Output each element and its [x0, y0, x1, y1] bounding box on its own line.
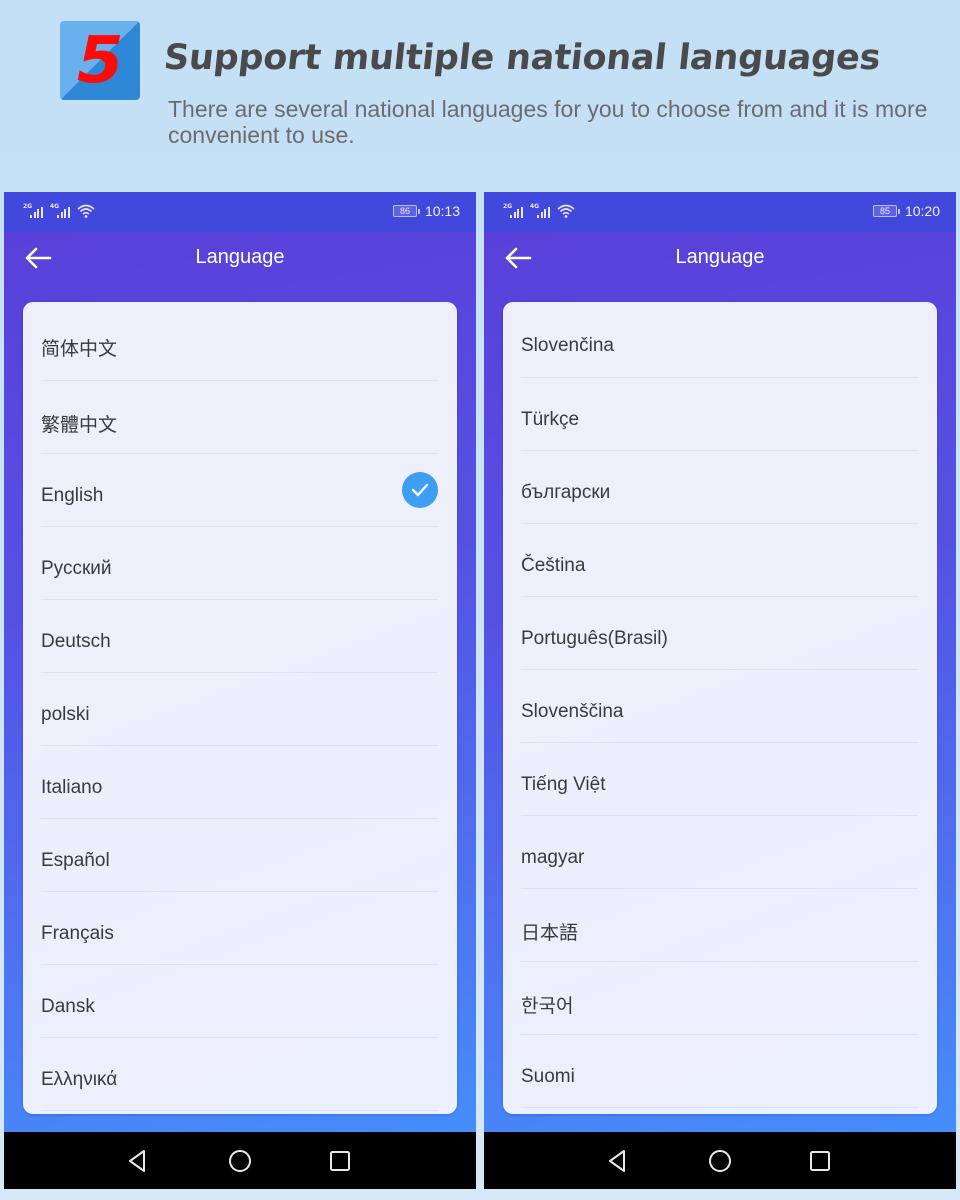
- language-list: Slovenčina Türkçe български Čeština Portuguê…: [521, 302, 918, 1108]
- step-number: 5: [76, 23, 124, 98]
- language-option-label: Français: [41, 923, 114, 944]
- language-option-label: Português(Brasil): [521, 628, 668, 649]
- battery-icon: 86: [392, 205, 420, 217]
- feature-title: Support multiple national languages: [161, 38, 883, 78]
- language-option-label: 日本語: [521, 922, 579, 944]
- app-bar: Language: [484, 232, 956, 288]
- language-option-label: magyar: [521, 847, 585, 868]
- language-list: 简体中文繁體中文 English Русский Deutsch polski Itali…: [41, 302, 438, 1111]
- app-bar: Language: [4, 232, 476, 288]
- language-option[interactable]: Čeština: [521, 524, 918, 597]
- language-option-label: Slovenčina: [521, 334, 614, 356]
- language-option[interactable]: Slovenčina: [521, 302, 918, 378]
- language-option[interactable]: English: [41, 454, 438, 527]
- language-option[interactable]: Suomi: [521, 1035, 918, 1108]
- language-option-label: Tiếng Việt: [521, 774, 606, 795]
- language-option[interactable]: Italiano: [41, 746, 438, 819]
- home-circle-icon[interactable]: [707, 1148, 733, 1174]
- system-nav-bar: [4, 1132, 476, 1189]
- language-option[interactable]: 简体中文: [41, 302, 438, 381]
- cellular-signal-icon: 4G: [530, 203, 552, 219]
- language-list-card: Slovenčina Türkçe български Čeština Portuguê…: [503, 302, 937, 1114]
- battery-icon: 85: [872, 205, 900, 217]
- feature-subtitle: There are several national languages for…: [168, 96, 928, 148]
- language-option-label: български: [521, 482, 611, 503]
- selected-check-icon: [402, 472, 438, 508]
- cellular-signal-icon: 2G: [503, 203, 525, 219]
- language-option[interactable]: Deutsch: [41, 600, 438, 673]
- language-option[interactable]: Dansk: [41, 965, 438, 1038]
- recent-square-icon[interactable]: [807, 1148, 833, 1174]
- language-option[interactable]: 日本語: [521, 889, 918, 962]
- language-option[interactable]: 한국어: [521, 962, 918, 1035]
- cellular-signal-icon: 4G: [50, 203, 72, 219]
- language-option[interactable]: 繁體中文: [41, 381, 438, 454]
- language-option[interactable]: Tiếng Việt: [521, 743, 918, 816]
- back-triangle-icon[interactable]: [125, 1148, 151, 1174]
- home-circle-icon[interactable]: [227, 1148, 253, 1174]
- language-option[interactable]: Português(Brasil): [521, 597, 918, 670]
- language-option[interactable]: Español: [41, 819, 438, 892]
- language-option-label: Dansk: [41, 996, 95, 1017]
- back-triangle-icon[interactable]: [605, 1148, 631, 1174]
- language-option-label: Español: [41, 850, 110, 871]
- language-option[interactable]: Ελληνικά: [41, 1038, 438, 1111]
- battery-level: 86: [399, 206, 410, 216]
- page-title: Language: [195, 246, 285, 268]
- status-bar: 2G 4G 85 10:20: [484, 192, 956, 232]
- language-option-label: Čeština: [521, 555, 586, 576]
- language-option-label: Suomi: [521, 1066, 575, 1087]
- language-option[interactable]: polski: [41, 673, 438, 746]
- step-number-badge: 5: [60, 21, 140, 100]
- language-option[interactable]: Slovenščina: [521, 670, 918, 743]
- language-option-label: Ελληνικά: [41, 1069, 118, 1090]
- status-time: 10:13: [424, 203, 460, 219]
- cellular-signal-icon: 2G: [23, 203, 45, 219]
- language-option-label: Türkçe: [521, 409, 580, 430]
- language-option-label: Deutsch: [41, 631, 111, 652]
- recent-square-icon[interactable]: [327, 1148, 353, 1174]
- language-option-label: 繁體中文: [41, 414, 118, 436]
- phone-screen-left: 2G 4G 86 10:13 Language 简体中文 繁體中文 Englis…: [4, 192, 476, 1189]
- wifi-icon: [557, 204, 575, 218]
- language-option[interactable]: български: [521, 451, 918, 524]
- language-option-label: English: [41, 485, 104, 506]
- language-option-label: Italiano: [41, 777, 103, 798]
- language-option-label: Slovenščina: [521, 701, 624, 722]
- status-bar: 2G 4G 86 10:13: [4, 192, 476, 232]
- language-option-label: 한국어: [521, 995, 574, 1017]
- language-option[interactable]: Türkçe: [521, 378, 918, 451]
- language-option-label: 简体中文: [41, 338, 118, 360]
- language-list-card: 简体中文繁體中文 English Русский Deutsch polski Itali…: [23, 302, 457, 1114]
- system-nav-bar: [484, 1132, 956, 1189]
- feature-banner: 5 Support multiple national languages Th…: [0, 0, 960, 190]
- phone-screen-right: 2G 4G 85 10:20 Language Slovenčina Türkç…: [484, 192, 956, 1189]
- status-time: 10:20: [904, 203, 940, 219]
- language-option-label: Русский: [41, 558, 112, 579]
- page-title: Language: [675, 246, 765, 268]
- battery-level: 85: [879, 206, 890, 216]
- language-option[interactable]: Русский: [41, 527, 438, 600]
- language-option[interactable]: Français: [41, 892, 438, 965]
- wifi-icon: [77, 204, 95, 218]
- language-option[interactable]: magyar: [521, 816, 918, 889]
- language-option-label: polski: [41, 704, 90, 725]
